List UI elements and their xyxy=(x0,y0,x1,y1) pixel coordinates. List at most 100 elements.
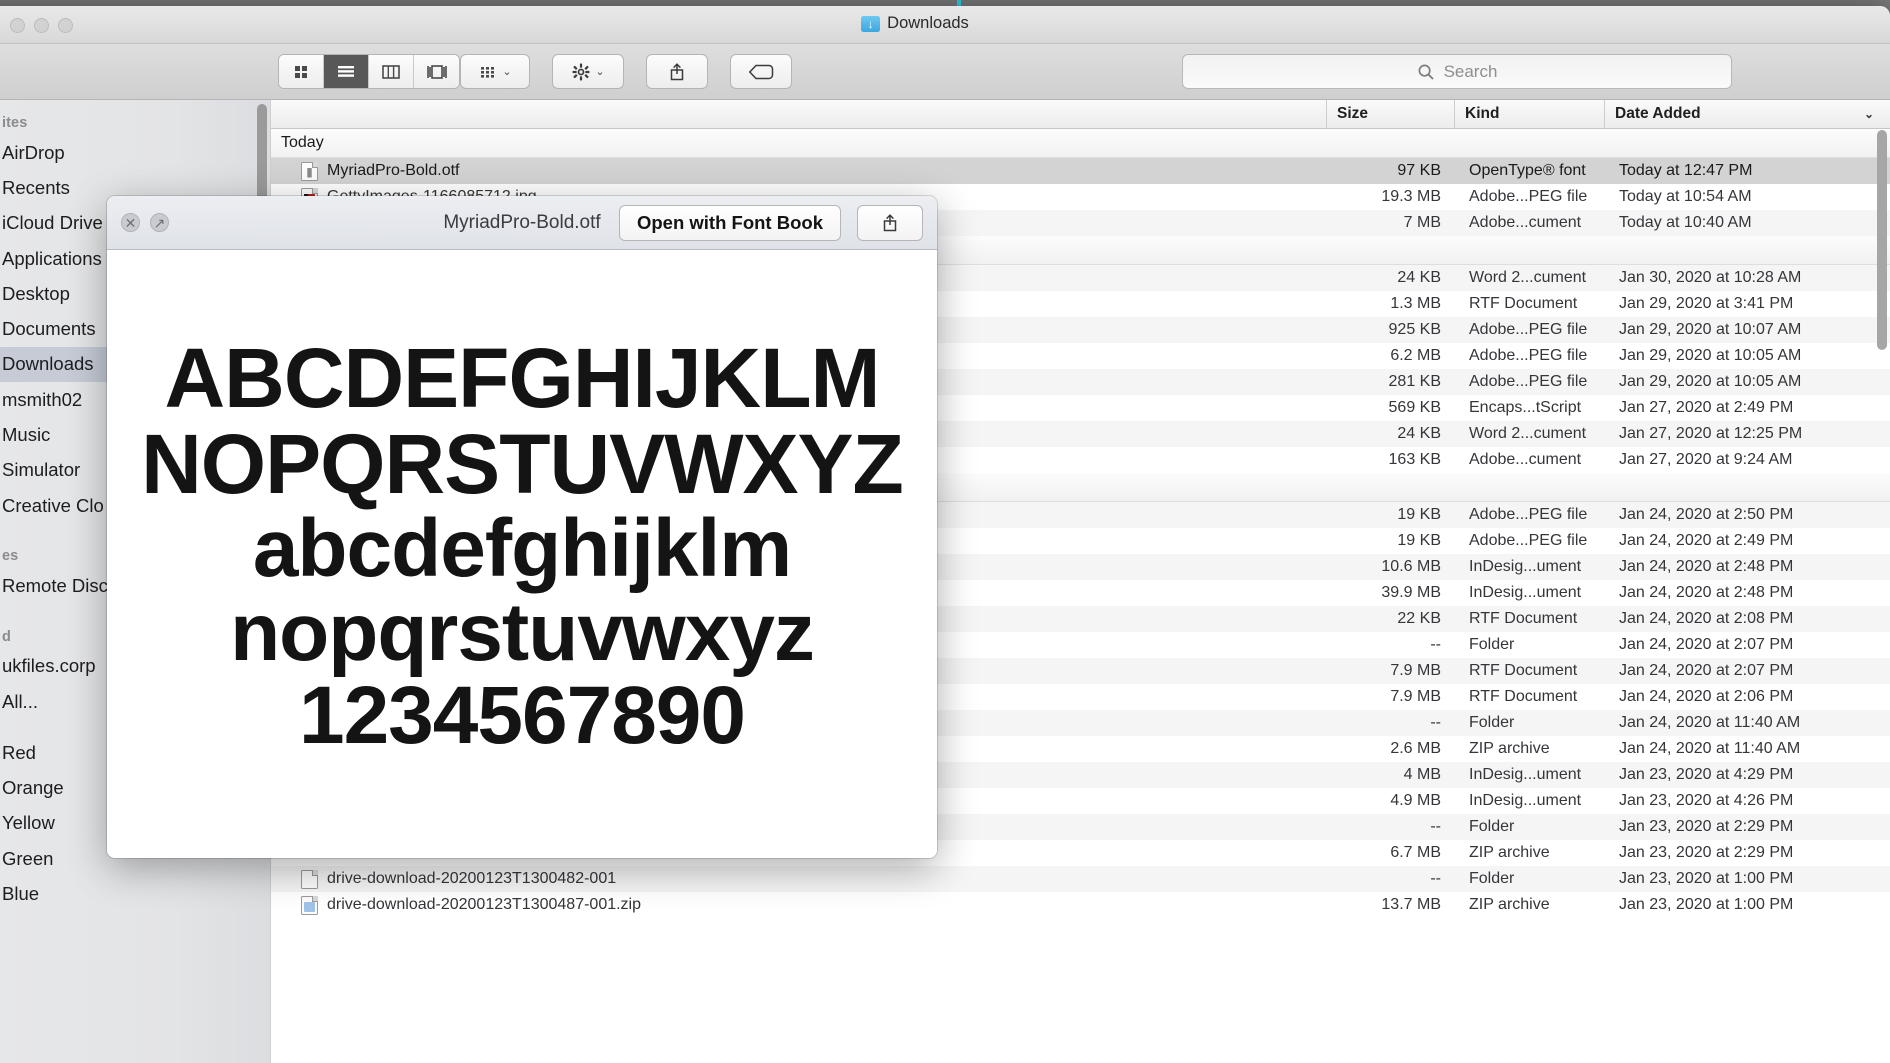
cell-file-size: -- xyxy=(1327,870,1455,888)
cell-file-size: 925 KB xyxy=(1327,321,1455,339)
sidebar-item-label: Music xyxy=(2,424,50,446)
list-view-button[interactable] xyxy=(324,55,369,88)
cell-file-name: MyriadPro-Bold.otf xyxy=(271,162,1327,181)
cell-file-kind: Encaps...tScript xyxy=(1455,399,1605,417)
share-button[interactable] xyxy=(646,54,708,89)
view-mode-segmented-control[interactable] xyxy=(278,54,460,89)
file-name-label: drive-download-20200123T1300482-001 xyxy=(327,870,616,888)
cell-file-size: 10.6 MB xyxy=(1327,558,1455,576)
share-icon xyxy=(881,213,899,233)
specimen-digits: 1234567890 xyxy=(299,674,745,758)
sidebar-item-blue[interactable]: Blue xyxy=(0,876,270,911)
cell-file-kind: InDesig...ument xyxy=(1455,584,1605,602)
file-name-label: MyriadPro-Bold.otf xyxy=(327,162,460,180)
column-view-button[interactable] xyxy=(369,55,414,88)
cell-file-size: 6.2 MB xyxy=(1327,347,1455,365)
file-name-label: drive-download-20200123T1300487-001.zip xyxy=(327,896,641,914)
cell-file-kind: ZIP archive xyxy=(1455,740,1605,758)
fullscreen-icon[interactable]: ↗ xyxy=(150,213,169,232)
cell-file-kind: RTF Document xyxy=(1455,610,1605,628)
cell-file-size: 97 KB xyxy=(1327,162,1455,180)
sidebar-item-label: Green xyxy=(2,848,53,870)
specimen-uppercase-line1: ABCDEFGHIJKLM xyxy=(165,336,880,422)
column-header-size[interactable]: Size xyxy=(1327,100,1455,128)
specimen-uppercase-line2: NOPQRSTUVWXYZ xyxy=(141,422,903,508)
cell-date-added: Jan 29, 2020 at 3:41 PM xyxy=(1605,295,1890,313)
quick-look-share-button[interactable] xyxy=(857,205,923,241)
arrange-grid-icon xyxy=(478,64,498,80)
file-group-header: Today xyxy=(271,129,1890,158)
table-row[interactable]: drive-download-20200123T1300482-001--Fol… xyxy=(271,866,1890,892)
toolbar: › ⌄ ⌄ xyxy=(0,44,1890,100)
window-title-group: ↓ Downloads xyxy=(0,14,1890,33)
table-row[interactable]: MyriadPro-Bold.otf97 KBOpenType® fontTod… xyxy=(271,158,1890,184)
sidebar-item-label: Red xyxy=(2,742,36,764)
column-header-kind[interactable]: Kind xyxy=(1455,100,1605,128)
downloads-folder-icon: ↓ xyxy=(861,16,880,32)
cell-file-kind: InDesig...ument xyxy=(1455,792,1605,810)
action-menu-button[interactable]: ⌄ xyxy=(552,54,624,89)
search-input[interactable]: Search xyxy=(1182,54,1732,89)
cell-date-added: Jan 23, 2020 at 1:00 PM xyxy=(1605,896,1890,914)
sidebar-item-label: Orange xyxy=(2,777,64,799)
sidebar-item-label: Recents xyxy=(2,177,70,199)
cell-file-size: 1.3 MB xyxy=(1327,295,1455,313)
cell-date-added: Today at 10:40 AM xyxy=(1605,214,1890,232)
cell-file-size: 19 KB xyxy=(1327,506,1455,524)
icon-view-button[interactable] xyxy=(279,55,324,88)
cell-file-kind: Adobe...PEG file xyxy=(1455,532,1605,550)
cell-file-kind: OpenType® font xyxy=(1455,162,1605,180)
cell-date-added: Jan 23, 2020 at 4:26 PM xyxy=(1605,792,1890,810)
quick-look-window-controls[interactable]: ✕ ↗ xyxy=(121,213,169,232)
specimen-lowercase-line1: abcdefghijklm xyxy=(253,507,791,591)
close-icon[interactable]: ✕ xyxy=(121,213,140,232)
cell-file-size: -- xyxy=(1327,636,1455,654)
chevron-down-icon: ⌄ xyxy=(502,65,511,78)
cell-file-kind: Folder xyxy=(1455,636,1605,654)
cell-file-kind: InDesig...ument xyxy=(1455,766,1605,784)
column-header-name[interactable] xyxy=(271,100,1327,128)
cell-file-size: -- xyxy=(1327,818,1455,836)
cell-file-size: 22 KB xyxy=(1327,610,1455,628)
gallery-view-button[interactable] xyxy=(414,55,459,88)
sidebar-item-airdrop[interactable]: AirDrop xyxy=(0,135,270,170)
cell-file-kind: RTF Document xyxy=(1455,295,1605,313)
cell-file-name: drive-download-20200123T1300482-001 xyxy=(271,870,1327,889)
cell-date-added: Jan 29, 2020 at 10:05 AM xyxy=(1605,347,1890,365)
arrange-button[interactable]: ⌄ xyxy=(460,54,530,89)
table-row[interactable]: drive-download-20200123T1300487-001.zip 1… xyxy=(271,892,1890,918)
page-title: Downloads xyxy=(887,14,969,33)
sidebar-item-label: Blue xyxy=(2,883,39,905)
search-icon xyxy=(1417,63,1435,81)
sidebar-section-header: ites xyxy=(0,106,270,135)
cell-date-added: Jan 24, 2020 at 2:48 PM xyxy=(1605,584,1890,602)
cell-file-kind: Folder xyxy=(1455,714,1605,732)
cell-file-size: 7.9 MB xyxy=(1327,688,1455,706)
cell-file-size: 13.7 MB xyxy=(1327,896,1455,914)
cell-file-kind: Adobe...PEG file xyxy=(1455,321,1605,339)
column-header-date-added[interactable]: Date Added ⌄ xyxy=(1605,100,1890,128)
column-headers: Size Kind Date Added ⌄ xyxy=(271,100,1890,129)
cell-file-kind: Adobe...PEG file xyxy=(1455,188,1605,206)
cell-file-kind: Word 2...cument xyxy=(1455,269,1605,287)
gear-icon xyxy=(571,62,591,82)
file-list-scrollbar[interactable] xyxy=(1877,130,1887,350)
cell-file-size: 7.9 MB xyxy=(1327,662,1455,680)
sort-chevron-icon: ⌄ xyxy=(1864,107,1874,121)
folder-icon xyxy=(301,870,318,889)
cell-date-added: Jan 29, 2020 at 10:05 AM xyxy=(1605,373,1890,391)
cell-file-kind: ZIP archive xyxy=(1455,896,1605,914)
tags-button[interactable] xyxy=(730,54,792,89)
cell-file-size: 163 KB xyxy=(1327,451,1455,469)
specimen-lowercase-line2: nopqrstuvwxyz xyxy=(230,591,814,675)
cell-date-added: Jan 24, 2020 at 11:40 AM xyxy=(1605,740,1890,758)
chevron-down-icon: ⌄ xyxy=(595,65,604,78)
cell-date-added: Jan 24, 2020 at 2:06 PM xyxy=(1605,688,1890,706)
cell-file-kind: Adobe...PEG file xyxy=(1455,506,1605,524)
font-specimen: ABCDEFGHIJKLM NOPQRSTUVWXYZ abcdefghijkl… xyxy=(107,250,937,858)
cell-file-size: 281 KB xyxy=(1327,373,1455,391)
sidebar-item-label: Documents xyxy=(2,318,96,340)
open-with-font-book-button[interactable]: Open with Font Book xyxy=(619,205,841,241)
cell-date-added: Jan 24, 2020 at 2:48 PM xyxy=(1605,558,1890,576)
cell-date-added: Jan 27, 2020 at 2:49 PM xyxy=(1605,399,1890,417)
